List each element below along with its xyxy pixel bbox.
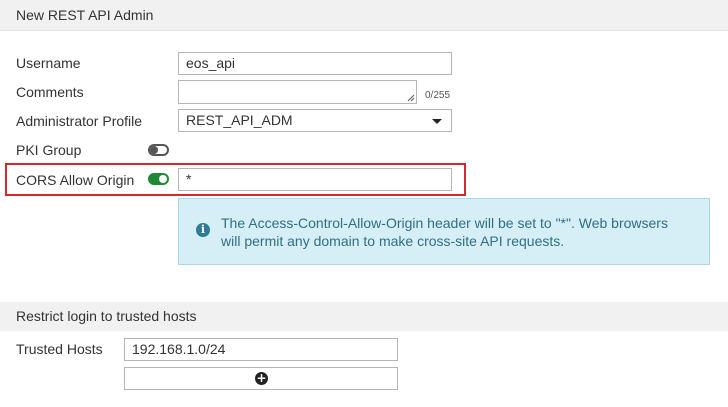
cors-toggle[interactable] (148, 173, 169, 185)
pki-group-label: PKI Group (16, 142, 82, 158)
admin-profile-value: REST_API_ADM (186, 112, 293, 128)
panel-title: New REST API Admin (16, 7, 154, 23)
trusted-hosts-section-header: Restrict login to trusted hosts (0, 302, 728, 331)
add-trusted-host-button[interactable]: + (124, 367, 398, 390)
username-input[interactable]: eos_api (178, 52, 452, 75)
info-text: The Access-Control-Allow-Origin header w… (221, 214, 701, 250)
pki-group-toggle[interactable] (148, 144, 169, 156)
caret-down-icon (432, 119, 442, 124)
comments-label: Comments (16, 84, 84, 100)
panel-header: New REST API Admin (0, 0, 728, 31)
cors-label: CORS Allow Origin (16, 172, 135, 188)
toggle-knob (150, 146, 158, 154)
admin-profile-select[interactable]: REST_API_ADM (178, 109, 452, 132)
comments-textarea[interactable] (178, 80, 417, 104)
cors-origin-input[interactable]: * (178, 168, 452, 191)
info-text-line2: will permit any domain to make cross-sit… (221, 233, 565, 249)
cors-info-message: i The Access-Control-Allow-Origin header… (178, 198, 710, 265)
trusted-host-input[interactable]: 192.168.1.0/24 (124, 338, 398, 361)
section-title: Restrict login to trusted hosts (16, 308, 197, 324)
info-circle-icon: i (196, 223, 210, 237)
resize-handle-icon[interactable] (407, 94, 415, 102)
plus-circle-icon: + (255, 371, 268, 385)
info-text-line1: The Access-Control-Allow-Origin header w… (221, 215, 668, 231)
toggle-knob (159, 175, 167, 183)
trusted-hosts-label: Trusted Hosts (16, 341, 103, 357)
username-label: Username (16, 55, 81, 71)
admin-profile-label: Administrator Profile (16, 113, 143, 129)
comments-char-counter: 0/255 (425, 90, 451, 101)
